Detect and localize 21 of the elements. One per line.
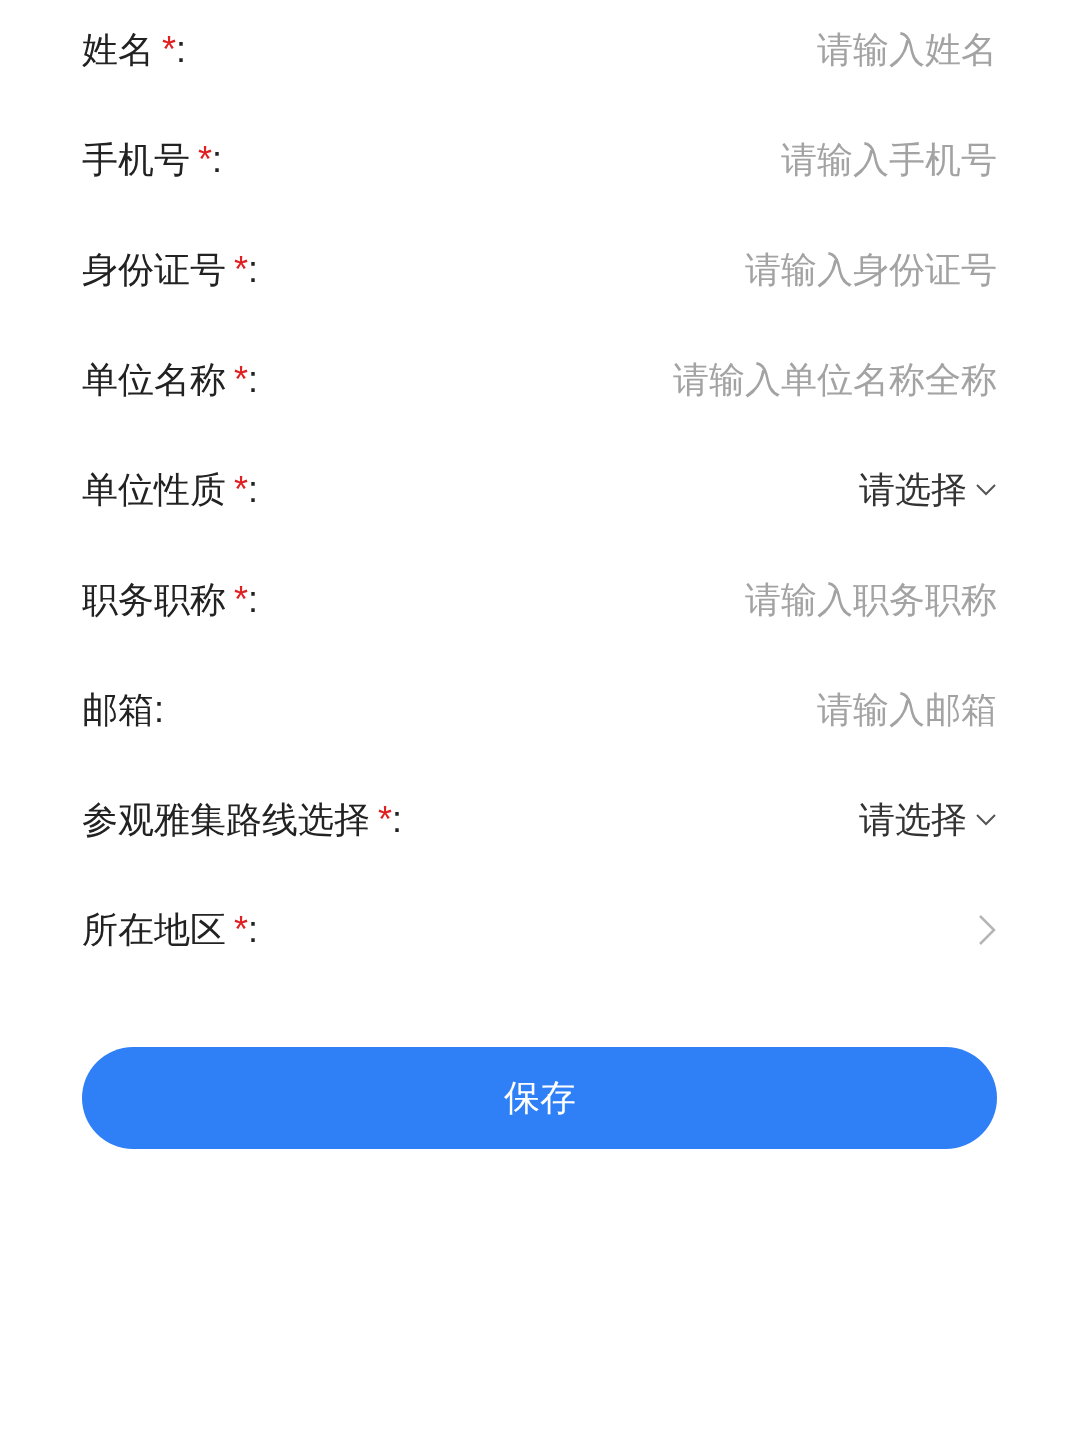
field-label: 所在地区 *:	[82, 908, 259, 952]
text-input-field[interactable]: 请输入身份证号	[437, 243, 997, 297]
select-dropdown[interactable]: 请选择	[859, 463, 997, 517]
field-label: 姓名 *:	[82, 28, 187, 72]
field-label: 身份证号 *:	[82, 248, 259, 292]
text-input-field[interactable]: 请输入手机号	[437, 133, 997, 187]
field-label: 职务职称 *:	[82, 578, 259, 622]
text-input-field[interactable]: 请输入单位名称全称	[437, 353, 997, 407]
save-button[interactable]: 保存	[82, 1047, 997, 1149]
text-input-field[interactable]: 请输入邮箱	[437, 683, 997, 737]
chevron-down-icon	[975, 813, 997, 827]
select-dropdown[interactable]: 请选择	[859, 793, 997, 847]
field-label: 手机号 *:	[82, 138, 223, 182]
text-input-field[interactable]: 请输入姓名	[437, 23, 997, 77]
field-label: 单位名称 *:	[82, 358, 259, 402]
chevron-right-icon[interactable]	[977, 913, 997, 947]
field-label: 单位性质 *:	[82, 468, 259, 512]
field-label: 邮箱:	[82, 688, 164, 732]
chevron-down-icon	[975, 483, 997, 497]
field-label: 参观雅集路线选择 *:	[82, 798, 403, 842]
text-input-field[interactable]: 请输入职务职称	[437, 573, 997, 627]
